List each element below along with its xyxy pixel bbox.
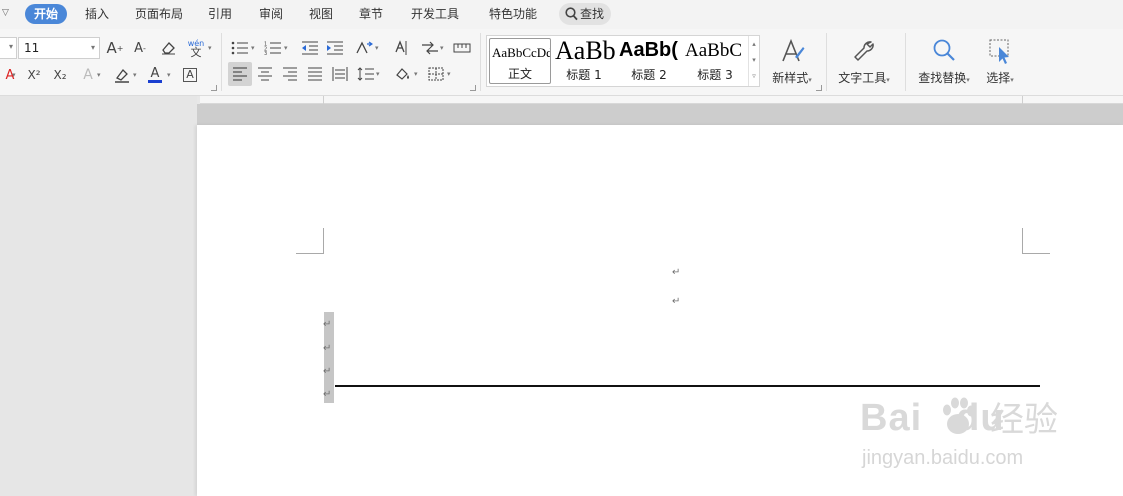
ribbon-toolbar: ▾ 11 ▾ A + A- wén 文 ▾ A ▾ X² X₂ A ▾ ▾ A ▾… (0, 29, 1123, 96)
shrink-font-icon[interactable]: A- (130, 38, 150, 58)
svg-text:3: 3 (264, 51, 267, 55)
select-cursor-icon (987, 37, 1013, 69)
styles-dialog-launcher-icon[interactable] (816, 85, 822, 91)
text-tools-button[interactable]: 文字工具▾ (832, 33, 896, 91)
menu-tab-bar: ▽ 开始 插入 页面布局 引用 审阅 视图 章节 开发工具 特色功能 查找 (0, 0, 1123, 29)
style-gallery: AaBbCcDd 正文 AaBb 标题 1 AaBb( 标题 2 AaBbC 标… (486, 35, 760, 87)
new-style-label: 新样式 (772, 71, 809, 85)
style-gallery-scrollbar[interactable]: ▴ ▾ ▿ (748, 36, 759, 86)
highlight-color-icon[interactable] (112, 65, 132, 85)
chevron-down-icon[interactable]: ▾ (749, 52, 759, 68)
character-border-icon[interactable]: A (180, 65, 200, 85)
font-size-combo[interactable]: 11 ▾ (18, 37, 100, 59)
new-style-icon (779, 37, 805, 69)
tab-insert[interactable]: 插入 (85, 7, 109, 21)
tab-review[interactable]: 审阅 (259, 7, 283, 21)
select-label: 选择 (986, 71, 1011, 85)
search-command-button[interactable]: 查找 (559, 3, 611, 25)
margin-corner-top-right (1022, 228, 1050, 254)
clear-format-icon[interactable] (158, 38, 178, 58)
tab-developer[interactable]: 开发工具 (411, 7, 459, 21)
font-size-value: 11 (24, 41, 40, 55)
paragraph-mark[interactable]: ↵ (672, 297, 680, 307)
borders-icon[interactable] (426, 64, 446, 84)
sort-icon[interactable] (420, 38, 440, 58)
paragraph-mark[interactable]: ↵ (323, 320, 331, 330)
style-heading-3[interactable]: AaBbC 标题 3 (683, 38, 747, 84)
watermark-url: jingyan.baidu.com (862, 447, 1024, 469)
paragraph-mark[interactable]: ↵ (672, 268, 680, 278)
subscript-icon[interactable]: X₂ (50, 65, 70, 85)
margin-corner-top-left (296, 228, 324, 254)
font-name-combo[interactable]: ▾ (0, 37, 17, 59)
document-left-margin-area (0, 96, 197, 496)
tab-chapter[interactable]: 章节 (359, 7, 383, 21)
font-color-icon[interactable]: A (145, 65, 165, 85)
search-command-label: 查找 (580, 7, 605, 21)
page-gap-band (197, 104, 1123, 125)
phonetic-guide-icon[interactable]: wén 文 (186, 38, 206, 58)
text-tools-label: 文字工具 (838, 71, 887, 85)
grow-font-icon[interactable]: A + (105, 38, 125, 58)
new-style-button[interactable]: 新样式▾ (764, 33, 820, 91)
ruler-strip (200, 96, 1123, 104)
shading-icon[interactable] (393, 64, 413, 84)
align-center-icon[interactable] (255, 64, 275, 84)
line-spacing-icon[interactable] (356, 64, 376, 84)
chevron-up-icon[interactable]: ▴ (749, 36, 759, 52)
style-heading-2[interactable]: AaBb( 标题 2 (617, 38, 681, 84)
align-left-icon[interactable] (230, 64, 250, 84)
paragraph-mark[interactable]: ↵ (323, 367, 331, 377)
justify-icon[interactable] (305, 64, 325, 84)
chinese-layout-icon[interactable] (354, 38, 374, 58)
tab-home[interactable]: 开始 (25, 4, 68, 24)
paragraph-dialog-launcher-icon[interactable] (470, 85, 476, 91)
chevron-down-icon: ▾ (90, 43, 95, 52)
font-dialog-launcher-icon[interactable] (211, 85, 217, 91)
search-icon (565, 7, 578, 24)
distributed-align-icon[interactable] (330, 64, 350, 84)
numbered-list-icon[interactable]: 123 (263, 38, 283, 58)
text-effect-icon[interactable]: A (78, 65, 98, 85)
watermark-brand-cn: 经验 (990, 400, 1058, 440)
watermark-brand: Bai du (860, 397, 1005, 439)
tab-page-layout[interactable]: 页面布局 (135, 7, 183, 21)
paragraph-mark[interactable]: ↵ (323, 390, 331, 400)
tab-special-features[interactable]: 特色功能 (489, 7, 537, 21)
strikethrough-icon-partial[interactable]: A (0, 65, 20, 85)
baidu-paw-icon (938, 394, 978, 442)
find-replace-button[interactable]: 查找替换▾ (912, 33, 976, 91)
gallery-expand-icon[interactable]: ▿ (749, 68, 759, 84)
magnifier-icon (931, 37, 957, 69)
decrease-indent-icon[interactable] (300, 38, 320, 58)
tab-view[interactable]: 视图 (309, 7, 333, 21)
wrench-icon (851, 37, 877, 69)
bullet-list-icon[interactable] (230, 38, 250, 58)
show-hide-marks-icon[interactable] (452, 38, 472, 58)
text-direction-icon[interactable] (391, 38, 411, 58)
document-page[interactable] (197, 125, 1123, 496)
increase-indent-icon[interactable] (325, 38, 345, 58)
style-normal[interactable]: AaBbCcDd 正文 (489, 38, 551, 84)
align-right-icon[interactable] (280, 64, 300, 84)
select-button[interactable]: 选择▾ (978, 33, 1022, 91)
superscript-icon[interactable]: X² (24, 65, 44, 85)
find-replace-label: 查找替换 (918, 71, 967, 85)
quick-access-chevron-icon[interactable]: ▽ (2, 8, 9, 18)
tab-references[interactable]: 引用 (208, 7, 232, 21)
paragraph-mark[interactable]: ↵ (323, 344, 331, 354)
style-heading-1[interactable]: AaBb 标题 1 (553, 38, 615, 84)
horizontal-rule (335, 385, 1040, 387)
